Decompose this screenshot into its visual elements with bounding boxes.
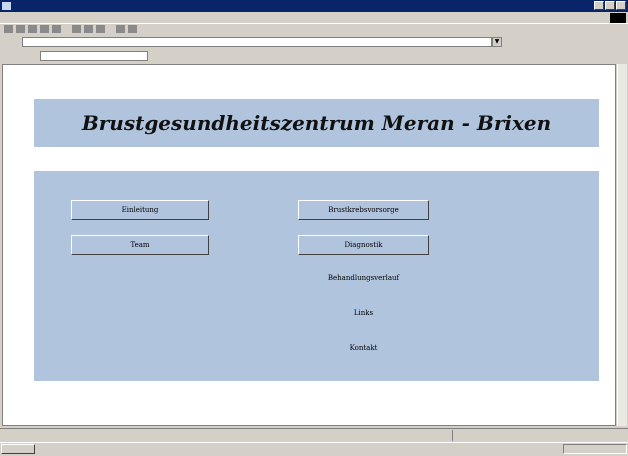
history-icon[interactable]	[96, 25, 105, 33]
status-divider	[452, 430, 453, 441]
maximize-icon[interactable]	[605, 1, 615, 10]
page-title: Brustgesundheitszentrum Meran - Brixen	[81, 111, 552, 135]
status-bar	[0, 428, 628, 442]
nav-link-kontakt[interactable]: Kontakt	[298, 344, 429, 352]
nav-link-links[interactable]: Links	[298, 309, 429, 317]
nav-button-team[interactable]: Team	[71, 235, 209, 255]
home-icon[interactable]	[52, 25, 61, 33]
menu-bar	[0, 12, 628, 23]
page-viewport: Brustgesundheitszentrum Meran - Brixen E…	[2, 64, 616, 426]
minimize-icon[interactable]	[594, 1, 604, 10]
browser-toolbar	[0, 23, 628, 35]
back-icon[interactable]	[4, 25, 13, 33]
ie-icon	[2, 2, 11, 10]
refresh-icon[interactable]	[40, 25, 49, 33]
navigation-panel: Einleitung Team Brustkrebsvorsorge Diagn…	[34, 171, 599, 381]
links-search-field[interactable]	[40, 51, 148, 61]
mail-icon[interactable]	[116, 25, 125, 33]
favorites-icon[interactable]	[84, 25, 93, 33]
links-bar	[0, 50, 628, 63]
header-banner: Brustgesundheitszentrum Meran - Brixen	[34, 99, 599, 147]
window-controls	[594, 1, 626, 10]
address-field[interactable]	[22, 37, 492, 47]
nav-button-diagnostik[interactable]: Diagnostik	[298, 235, 429, 255]
print-icon[interactable]	[128, 25, 137, 33]
system-tray	[563, 444, 627, 454]
address-bar: ▼	[0, 35, 628, 49]
close-icon[interactable]	[616, 1, 626, 10]
windows-logo-icon	[610, 13, 626, 23]
window-titlebar	[0, 0, 628, 12]
taskbar	[0, 442, 628, 456]
nav-link-behandlungsverlauf[interactable]: Behandlungsverlauf	[298, 274, 429, 282]
start-button[interactable]	[1, 444, 35, 454]
search-icon[interactable]	[72, 25, 81, 33]
vertical-scrollbar[interactable]	[617, 64, 627, 426]
nav-button-brustkrebsvorsorge[interactable]: Brustkrebsvorsorge	[298, 200, 429, 220]
forward-icon[interactable]	[16, 25, 25, 33]
stop-icon[interactable]	[28, 25, 37, 33]
address-dropdown-icon[interactable]: ▼	[492, 37, 502, 47]
nav-button-einleitung[interactable]: Einleitung	[71, 200, 209, 220]
